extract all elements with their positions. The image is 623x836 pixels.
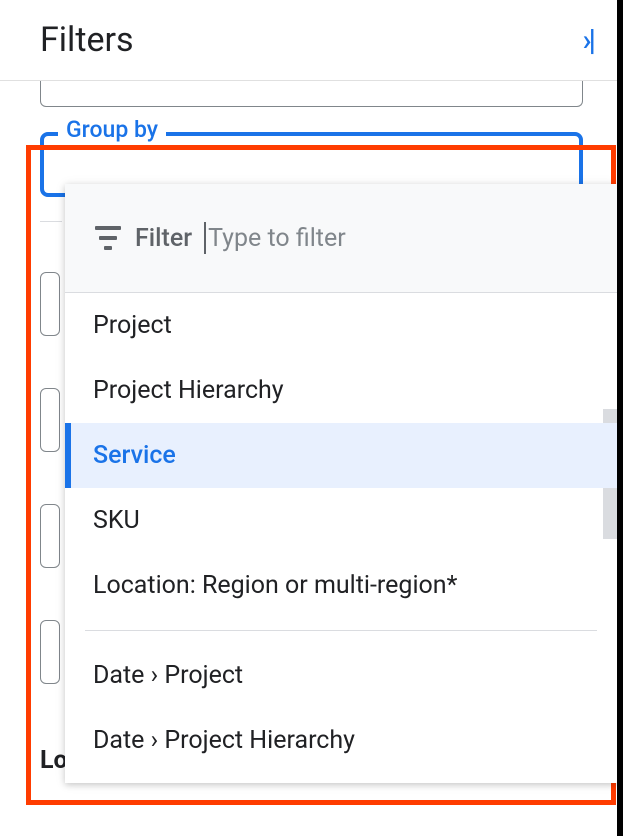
filter-input[interactable]: Type to filter xyxy=(204,222,346,254)
group-by-dropdown: Filter Type to filter Project Project Hi… xyxy=(65,184,617,783)
previous-filter-field[interactable] xyxy=(40,81,583,107)
option-group-divider xyxy=(85,630,597,631)
option-location[interactable]: Location: Region or multi-region* xyxy=(65,553,617,618)
filters-header: Filters ›| xyxy=(0,0,623,81)
filter-field-partial[interactable] xyxy=(40,272,60,336)
group-by-label: Group by xyxy=(58,116,166,143)
section-divider xyxy=(40,221,62,222)
text-cursor xyxy=(204,222,206,254)
option-list: Project Project Hierarchy Service SKU Lo… xyxy=(65,293,617,773)
option-date-project[interactable]: Date › Project xyxy=(65,643,617,708)
filter-icon xyxy=(93,226,123,250)
option-project-hierarchy[interactable]: Project Hierarchy xyxy=(65,358,617,423)
filter-placeholder: Type to filter xyxy=(208,224,346,253)
option-project[interactable]: Project xyxy=(65,293,617,358)
option-date-project-hierarchy[interactable]: Date › Project Hierarchy xyxy=(65,708,617,773)
collapse-panel-button[interactable]: ›| xyxy=(583,23,594,58)
filter-field-partial[interactable] xyxy=(40,388,60,452)
page-title: Filters xyxy=(40,20,134,60)
chevron-right-end-icon: ›| xyxy=(583,23,594,58)
panel-right-border xyxy=(617,0,623,836)
dropdown-filter-bar: Filter Type to filter xyxy=(65,184,617,293)
filter-label: Filter xyxy=(135,224,192,253)
option-service[interactable]: Service xyxy=(65,423,617,488)
filter-field-partial[interactable] xyxy=(40,620,60,684)
filter-field-partial[interactable] xyxy=(40,504,60,568)
option-sku[interactable]: SKU xyxy=(65,488,617,553)
